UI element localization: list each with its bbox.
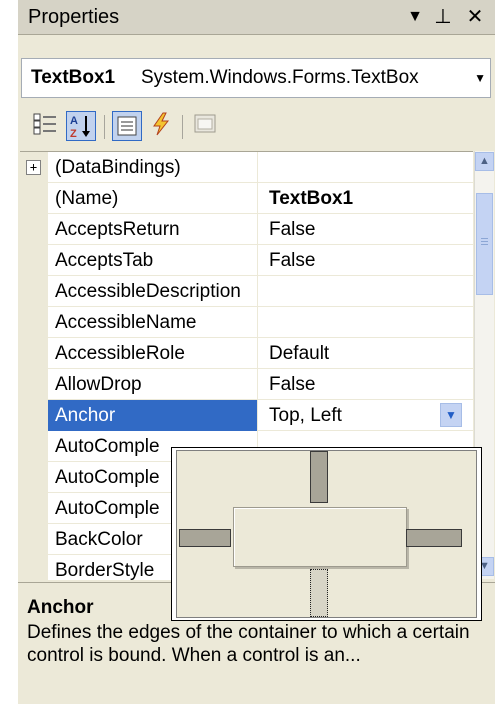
scroll-up-icon[interactable]: ▲ (475, 152, 494, 171)
grip-line (481, 241, 488, 242)
property-toolbar: A Z (18, 105, 495, 149)
anchor-right-bar[interactable] (406, 529, 462, 547)
properties-window: Properties ▼ ⊥ ✕ TextBox1 System.Windows… (18, 0, 495, 704)
property-value[interactable] (259, 152, 473, 183)
property-name: AcceptsTab (48, 245, 258, 276)
property-value[interactable]: Default (259, 338, 473, 369)
property-row[interactable]: (Name) TextBox1 (20, 183, 473, 214)
row-margin (20, 431, 48, 462)
property-value[interactable] (259, 307, 473, 338)
toolbar-separator (182, 115, 183, 139)
row-margin: + (20, 152, 48, 183)
property-name: AccessibleDescription (48, 276, 258, 307)
property-row[interactable]: AcceptsReturn False (20, 214, 473, 245)
window-title: Properties (28, 6, 120, 28)
anchor-editor-popup (171, 447, 482, 621)
property-name: AllowDrop (48, 369, 258, 400)
events-icon[interactable] (146, 111, 176, 141)
svg-text:Z: Z (70, 128, 77, 140)
property-row[interactable]: Anchor Top, Left ▼ (20, 400, 473, 431)
property-value[interactable]: False (259, 369, 473, 400)
expand-icon[interactable]: + (26, 160, 41, 175)
row-margin (20, 183, 48, 214)
grip-line (481, 244, 488, 245)
property-name: (Name) (48, 183, 258, 214)
close-icon[interactable]: ✕ (462, 3, 488, 31)
object-name: TextBox1 (31, 67, 116, 88)
row-margin (20, 245, 48, 276)
property-row[interactable]: AccessibleName (20, 307, 473, 338)
toolbar-separator (104, 115, 105, 139)
property-row[interactable]: AccessibleDescription (20, 276, 473, 307)
row-margin (20, 555, 48, 580)
property-row[interactable]: + (DataBindings) (20, 152, 473, 183)
property-row[interactable]: AllowDrop False (20, 369, 473, 400)
property-name: AccessibleName (48, 307, 258, 338)
property-value[interactable]: TextBox1 (259, 183, 473, 214)
row-margin (20, 400, 48, 431)
object-selector-box: TextBox1 System.Windows.Forms.TextBox ▼ (21, 58, 491, 98)
object-selector[interactable]: TextBox1 System.Windows.Forms.TextBox ▼ (21, 58, 491, 98)
scroll-thumb[interactable] (476, 193, 493, 295)
anchor-editor (176, 450, 477, 618)
property-name: AcceptsReturn (48, 214, 258, 245)
row-margin (20, 307, 48, 338)
row-margin (20, 214, 48, 245)
row-margin (20, 462, 48, 493)
chevron-down-icon[interactable]: ▼ (440, 403, 462, 427)
anchor-bottom-bar[interactable] (310, 569, 328, 617)
chevron-down-icon[interactable]: ▼ (474, 71, 486, 85)
title-bar: Properties ▼ ⊥ ✕ (18, 0, 495, 35)
row-margin (20, 276, 48, 307)
grip-line (481, 238, 488, 239)
svg-text:A: A (70, 115, 78, 127)
property-name: Anchor (48, 400, 258, 431)
property-name: (DataBindings) (48, 152, 258, 183)
alphabetical-icon[interactable]: A Z (66, 111, 96, 141)
anchor-top-bar[interactable] (310, 451, 328, 503)
properties-icon[interactable] (112, 111, 142, 141)
auto-hide-pin-icon[interactable]: ⊥ (430, 3, 456, 31)
anchor-left-bar[interactable] (179, 529, 231, 547)
categorized-icon[interactable] (30, 111, 60, 141)
property-row[interactable]: AccessibleRole Default (20, 338, 473, 369)
property-value[interactable]: False (259, 214, 473, 245)
row-margin (20, 369, 48, 400)
property-name: AccessibleRole (48, 338, 258, 369)
description-text: Defines the edges of the container to wh… (27, 622, 470, 666)
row-margin (20, 493, 48, 524)
property-value[interactable]: False (259, 245, 473, 276)
row-margin (20, 338, 48, 369)
row-margin (20, 524, 48, 555)
description-title: Anchor (27, 597, 94, 618)
property-pages-icon[interactable] (190, 111, 220, 141)
property-value[interactable] (259, 276, 473, 307)
object-type: System.Windows.Forms.TextBox (141, 67, 419, 88)
property-row[interactable]: AcceptsTab False (20, 245, 473, 276)
window-position-dropdown-icon[interactable]: ▼ (402, 3, 428, 31)
anchor-control-preview (233, 507, 407, 567)
